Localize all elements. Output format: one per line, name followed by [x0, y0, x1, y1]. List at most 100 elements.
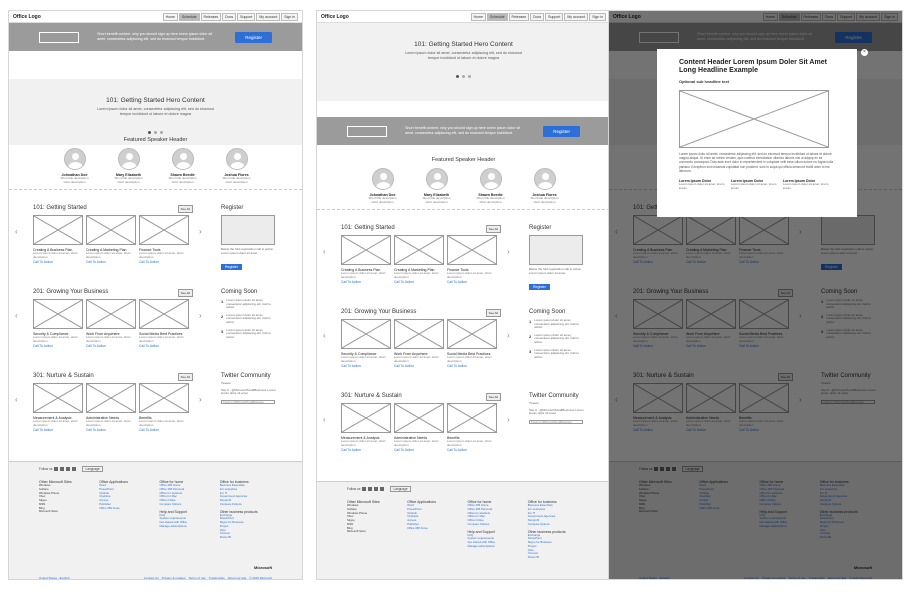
- footer-link[interactable]: Power BI: [220, 535, 272, 540]
- nav-item[interactable]: Releases: [508, 12, 530, 21]
- nav-item[interactable]: Schedule: [486, 12, 508, 21]
- course-card[interactable]: Creating A Marketing Plan Lorem ipsum do…: [86, 215, 136, 264]
- course-card[interactable]: Administrative Needs Lorem ipsum dolor s…: [86, 383, 136, 432]
- speaker-card[interactable]: Shawn Beedle Short title description sho…: [167, 148, 199, 184]
- coming-soon-item[interactable]: 1 Lorem ipsum dolor sit amet, consectetu…: [529, 318, 587, 330]
- speaker-card[interactable]: Johnathan Doe Short title description sh…: [59, 148, 91, 184]
- nav-item[interactable]: Home: [470, 12, 486, 21]
- tweet-input[interactable]: Tweet to @MicrosoftSmallBusiness: [221, 399, 275, 404]
- see-all-button[interactable]: See All: [177, 205, 193, 213]
- carousel-dot[interactable]: [456, 74, 459, 78]
- coming-soon-item[interactable]: 2 Lorem ipsum dolor sit amet, consectetu…: [221, 313, 279, 325]
- call-to-action-link[interactable]: Call To Action: [447, 364, 497, 368]
- course-card[interactable]: Work From Anywhere Lorem ipsum dolor sit…: [394, 319, 444, 368]
- speaker-card[interactable]: Shawn Beedle Short title description sho…: [475, 168, 507, 204]
- linkedin-icon[interactable]: [66, 467, 71, 471]
- footer-link[interactable]: Microsoft Store: [347, 530, 399, 534]
- close-icon[interactable]: ×: [861, 49, 868, 56]
- call-to-action-link[interactable]: Call To Action: [394, 280, 444, 284]
- office-logo[interactable]: Office Logo: [321, 14, 349, 20]
- see-all-button[interactable]: See All: [177, 289, 193, 297]
- course-card[interactable]: Security & Compliance Lorem ipsum dolor …: [33, 299, 83, 348]
- footer-link[interactable]: Office 365 home: [407, 526, 459, 531]
- nav-item[interactable]: My account: [256, 12, 281, 21]
- speaker-card[interactable]: Joshua Flores Short title description sh…: [529, 168, 561, 204]
- carousel-dot[interactable]: [468, 74, 471, 78]
- nav-item[interactable]: Support: [545, 12, 564, 21]
- course-card[interactable]: Measurement & Analysis Lorem ipsum dolor…: [33, 383, 83, 432]
- nav-item[interactable]: Support: [237, 12, 256, 21]
- footer-link[interactable]: Manage subscriptions: [468, 544, 520, 549]
- footer-link[interactable]: Compare Options: [528, 522, 580, 527]
- footer-link[interactable]: Compare Options: [160, 502, 212, 507]
- call-to-action-link[interactable]: Call To Action: [86, 260, 136, 264]
- course-card[interactable]: Finance Tools Lorem ipsum dolor sit amet…: [447, 235, 497, 284]
- facebook-icon[interactable]: [362, 487, 367, 491]
- chevron-right-icon[interactable]: ›: [507, 415, 510, 424]
- speaker-card[interactable]: Joshua Flores Short title description sh…: [221, 148, 253, 184]
- speaker-card[interactable]: Mary Elizabeth Short title description s…: [421, 168, 453, 204]
- register-button[interactable]: Register: [543, 125, 580, 137]
- chevron-left-icon[interactable]: ‹: [15, 227, 18, 236]
- speaker-card[interactable]: Mary Elizabeth Short title description s…: [113, 148, 145, 184]
- tweet-input[interactable]: Tweet to @MicrosoftSmallBusiness: [529, 419, 583, 424]
- call-to-action-link[interactable]: Call To Action: [139, 344, 189, 348]
- course-card[interactable]: Measurement & Analysis Lorem ipsum dolor…: [341, 403, 391, 452]
- carousel-dot[interactable]: [148, 130, 151, 134]
- footer-link[interactable]: Power BI: [528, 555, 580, 560]
- chevron-right-icon[interactable]: ›: [507, 247, 510, 256]
- coming-soon-item[interactable]: 2 Lorem ipsum dolor sit amet, consectetu…: [529, 333, 587, 345]
- coming-soon-item[interactable]: 3 Lorem ipsum dolor sit amet, consectetu…: [529, 348, 587, 360]
- call-to-action-link[interactable]: Call To Action: [139, 260, 189, 264]
- chevron-left-icon[interactable]: ‹: [323, 247, 326, 256]
- course-card[interactable]: Creating A Marketing Plan Lorem ipsum do…: [394, 235, 444, 284]
- chevron-left-icon[interactable]: ‹: [15, 311, 18, 320]
- carousel-dot[interactable]: [462, 74, 465, 78]
- nav-item[interactable]: Sign in: [281, 12, 298, 21]
- register-button[interactable]: Register: [529, 284, 551, 291]
- youtube-icon[interactable]: [380, 487, 385, 491]
- see-all-button[interactable]: See All: [177, 373, 193, 381]
- call-to-action-link[interactable]: Call To Action: [139, 428, 189, 432]
- course-card[interactable]: Creating A Business Plan Lorem ipsum dol…: [33, 215, 83, 264]
- call-to-action-link[interactable]: Call To Action: [33, 428, 83, 432]
- speaker-card[interactable]: Johnathan Doe Short title description sh…: [367, 168, 399, 204]
- twitter-icon[interactable]: [368, 487, 373, 491]
- nav-item[interactable]: Docs: [530, 12, 545, 21]
- coming-soon-item[interactable]: 1 Lorem ipsum dolor sit amet, consectetu…: [221, 298, 279, 310]
- course-card[interactable]: Social Media Best Practices Lorem ipsum …: [447, 319, 497, 368]
- course-card[interactable]: Finance Tools Lorem ipsum dolor sit amet…: [139, 215, 189, 264]
- call-to-action-link[interactable]: Call To Action: [341, 448, 391, 452]
- footer-link[interactable]: Microsoft Store: [39, 510, 91, 514]
- course-card[interactable]: Work From Anywhere Lorem ipsum dolor sit…: [86, 299, 136, 348]
- call-to-action-link[interactable]: Call To Action: [394, 448, 444, 452]
- chevron-left-icon[interactable]: ‹: [323, 415, 326, 424]
- language-button[interactable]: Language: [390, 486, 411, 492]
- course-card[interactable]: Benefits Lorem ipsum dolor sit amet, sho…: [447, 403, 497, 452]
- coming-soon-item[interactable]: 3 Lorem ipsum dolor sit amet, consectetu…: [221, 328, 279, 340]
- office-logo[interactable]: Office Logo: [13, 14, 41, 20]
- see-all-button[interactable]: See All: [485, 225, 501, 233]
- carousel-dot[interactable]: [154, 130, 157, 134]
- chevron-right-icon[interactable]: ›: [199, 395, 202, 404]
- twitter-icon[interactable]: [60, 467, 65, 471]
- footer-legal-link[interactable]: Terms of use: [188, 576, 205, 579]
- footer-link[interactable]: Compare Options: [220, 502, 272, 507]
- call-to-action-link[interactable]: Call To Action: [86, 344, 136, 348]
- register-button[interactable]: Register: [235, 31, 272, 43]
- language-button[interactable]: Language: [82, 466, 103, 472]
- nav-item[interactable]: Releases: [200, 12, 222, 21]
- footer-link[interactable]: Manage subscriptions: [160, 524, 212, 529]
- see-all-button[interactable]: See All: [485, 393, 501, 401]
- call-to-action-link[interactable]: Call To Action: [341, 280, 391, 284]
- footer-legal-link[interactable]: About our ads: [228, 576, 247, 579]
- chevron-left-icon[interactable]: ‹: [323, 331, 326, 340]
- microsoft-logo[interactable]: Microsoft: [254, 565, 272, 570]
- footer-legal-link[interactable]: Privacy & cookies: [162, 576, 186, 579]
- nav-item[interactable]: Docs: [222, 12, 237, 21]
- call-to-action-link[interactable]: Call To Action: [394, 364, 444, 368]
- facebook-icon[interactable]: [54, 467, 59, 471]
- nav-item[interactable]: Home: [162, 12, 178, 21]
- footer-link[interactable]: Office 365 home: [99, 506, 151, 511]
- call-to-action-link[interactable]: Call To Action: [447, 448, 497, 452]
